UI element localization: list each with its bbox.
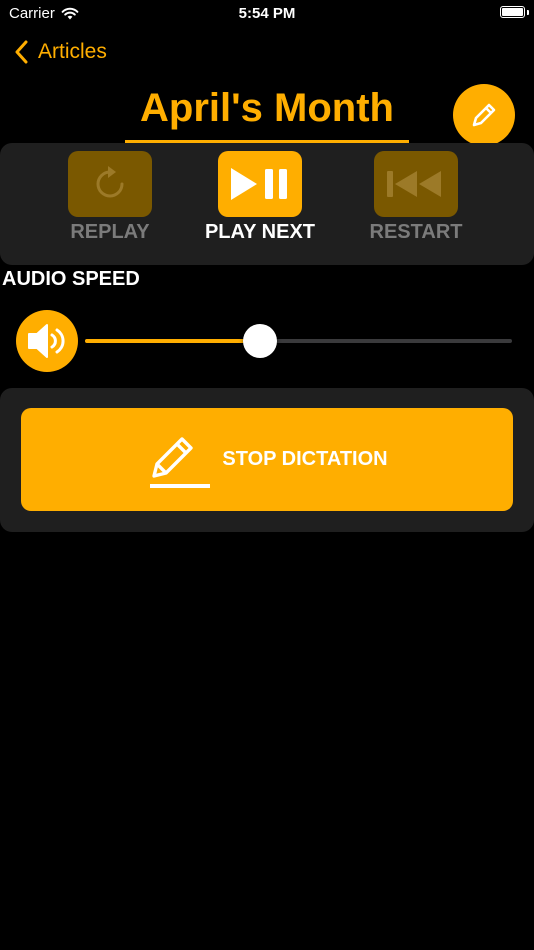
back-label: Articles	[38, 40, 107, 63]
battery-cap	[527, 10, 529, 15]
replay-button-tile	[68, 151, 152, 217]
replay-icon	[96, 166, 124, 198]
back-button[interactable]: Articles	[14, 40, 107, 64]
replay-label: REPLAY	[70, 221, 150, 243]
speaker-button[interactable]	[16, 310, 78, 372]
slider-fill	[85, 339, 261, 343]
battery-icon	[500, 6, 525, 18]
status-bar: Carrier 5:54 PM	[0, 0, 534, 28]
restart-label: RESTART	[369, 221, 463, 243]
pencil-line-icon	[150, 436, 211, 488]
replay-button[interactable]: REPLAY	[45, 151, 175, 244]
play-next-button-tile	[218, 151, 302, 217]
stop-dictation-button[interactable]: STOP DICTATION	[21, 408, 513, 511]
clock: 5:54 PM	[238, 5, 296, 22]
restart-button-tile	[374, 151, 458, 217]
restart-button[interactable]: RESTART	[351, 151, 481, 244]
audio-speed-label: AUDIO SPEED	[2, 268, 140, 290]
play-next-label: PLAY NEXT	[204, 221, 316, 243]
play-next-button[interactable]: PLAY NEXT	[195, 151, 325, 244]
pencil-icon	[472, 103, 496, 127]
stop-dictation-label: STOP DICTATION	[222, 448, 388, 470]
play-pause-icon	[231, 168, 287, 200]
slider-thumb[interactable]	[243, 324, 278, 358]
chevron-left-icon	[15, 40, 28, 64]
speaker-volume-icon	[28, 324, 65, 358]
rewind-icon	[387, 171, 441, 197]
edit-button[interactable]	[453, 84, 515, 146]
dictation-panel: STOP DICTATION	[0, 388, 534, 532]
playback-controls: REPLAY PLAY NEXT RESTART	[0, 143, 534, 265]
audio-speed-slider[interactable]	[85, 321, 512, 361]
